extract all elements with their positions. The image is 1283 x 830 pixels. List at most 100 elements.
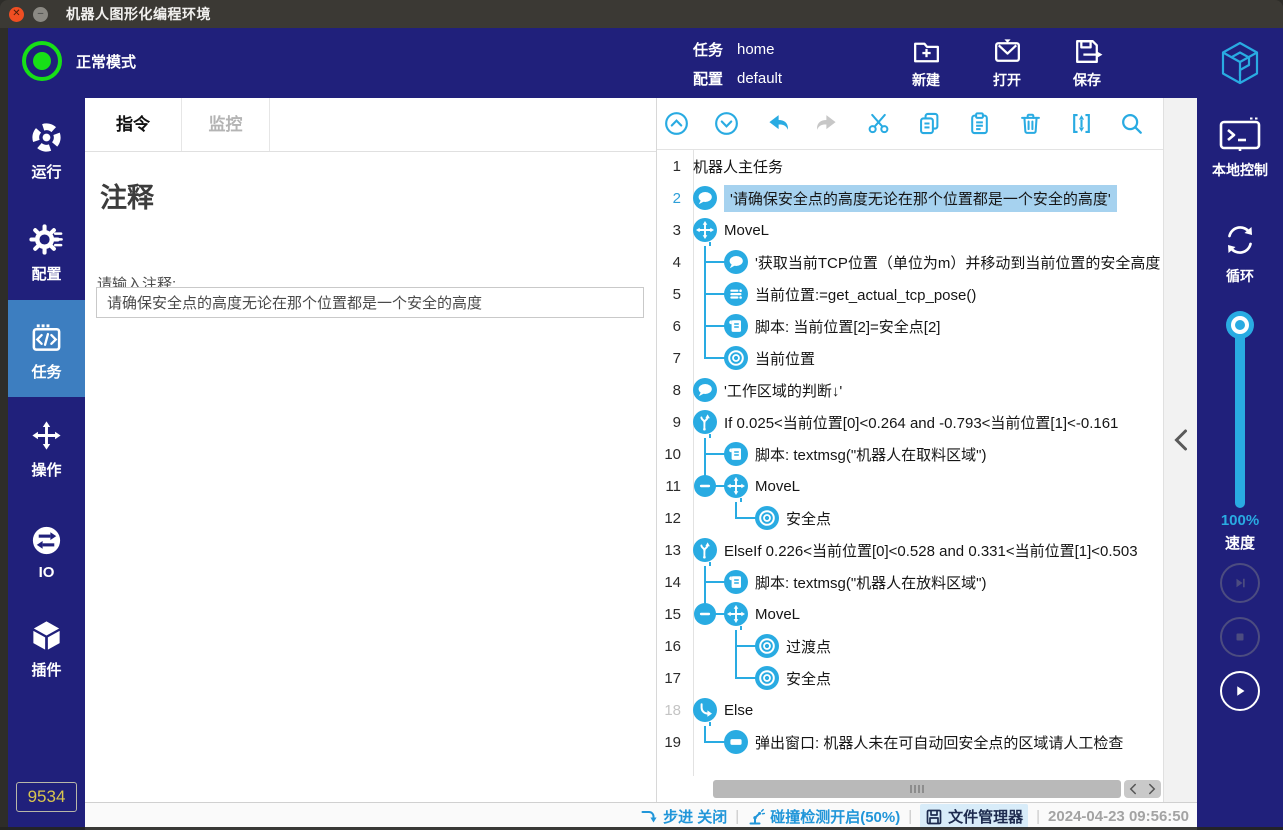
step-mode-status[interactable]: 步进 关闭 <box>640 806 727 827</box>
disk-icon <box>925 808 943 826</box>
tree-row[interactable]: 5当前位置:=get_actual_tcp_pose() <box>657 278 1163 310</box>
comment-input[interactable] <box>96 287 644 318</box>
tree-row[interactable]: 7当前位置 <box>657 342 1163 374</box>
task-value: home <box>737 41 775 58</box>
sidebar-item-run[interactable]: 运行 <box>8 120 85 182</box>
title-bar: ✕ – 机器人图形化编程环境 <box>0 0 1283 28</box>
tree-row[interactable]: 3MoveL <box>657 214 1163 246</box>
loop-button[interactable]: 循环 <box>1197 220 1283 286</box>
tree-row[interactable]: 14脚本: textmsg("机器人在放料区域") <box>657 566 1163 598</box>
toolbar-move-down-button[interactable] <box>712 109 742 139</box>
mode-label: 正常模式 <box>76 51 136 72</box>
status-separator: | <box>1036 808 1040 825</box>
toolbar-move-up-button[interactable] <box>661 109 691 139</box>
header-bar: 正常模式 任务 home 配置 default 新建 打开 保存 <box>8 28 1283 98</box>
line-number: 14 <box>657 574 688 591</box>
step-forward-button[interactable] <box>1220 563 1260 603</box>
close-icon[interactable]: ✕ <box>9 7 24 22</box>
status-bar: 步进 关闭 | 碰撞检测开启(50%) | 文件管理器 | 2024-04-23… <box>85 802 1197 830</box>
tree-node-label: '请确保安全点的高度无论在那个位置都是一个安全的高度' <box>724 185 1117 212</box>
tree-node-label: 脚本: 当前位置[2]=安全点[2] <box>755 316 940 337</box>
minimize-icon[interactable]: – <box>33 7 48 22</box>
line-number: 18 <box>657 702 688 719</box>
script-icon <box>724 314 748 338</box>
tree-row[interactable]: 18Else <box>657 694 1163 726</box>
line-number: 17 <box>657 670 688 687</box>
move-arrows-icon <box>29 418 64 453</box>
line-number: 1 <box>657 158 688 175</box>
open-task-button[interactable]: 打开 <box>976 35 1038 90</box>
toolbar-undo-button[interactable] <box>762 109 792 139</box>
clock-timestamp: 2024-04-23 09:56:50 <box>1048 808 1189 825</box>
tree-row[interactable]: 9If 0.025<当前位置[0]<0.264 and -0.793<当前位置[… <box>657 406 1163 438</box>
tree-row[interactable]: 8'工作区域的判断↓' <box>657 374 1163 406</box>
local-control-button[interactable]: 本地控制 <box>1197 116 1283 180</box>
collapse-minus-icon <box>694 603 716 625</box>
line-number: 16 <box>657 638 688 655</box>
tree-connector <box>693 278 724 310</box>
tab-command[interactable]: 指令 <box>85 98 182 151</box>
tree-row[interactable]: 6脚本: 当前位置[2]=安全点[2] <box>657 310 1163 342</box>
program-tree-panel: 1机器人主任务2'请确保安全点的高度无论在那个位置都是一个安全的高度'3Move… <box>656 98 1163 802</box>
insert-icon <box>1068 110 1095 137</box>
comment-icon <box>693 378 717 402</box>
line-number: 5 <box>657 286 688 303</box>
save-task-button[interactable]: 保存 <box>1056 35 1118 90</box>
line-number: 7 <box>657 350 688 367</box>
sidebar-item-io[interactable]: IO <box>8 523 85 581</box>
collapse-minus-icon <box>694 475 716 497</box>
sidebar-item-config[interactable]: 配置 <box>8 222 85 284</box>
tree-row[interactable]: 19弹出窗口: 机器人未在可自动回安全点的区域请人工检查 <box>657 726 1163 758</box>
cube-icon <box>29 618 64 653</box>
tree-row[interactable]: 16过渡点 <box>657 630 1163 662</box>
tree-node-label: ElseIf 0.226<当前位置[0]<0.528 and 0.331<当前位… <box>724 540 1138 561</box>
skip-forward-icon <box>1230 573 1250 593</box>
tree-node-label: 安全点 <box>786 508 831 529</box>
toolbar-delete-button[interactable] <box>1016 109 1046 139</box>
robot-mode-indicator[interactable]: 正常模式 <box>22 41 136 81</box>
tree-connector <box>693 598 724 630</box>
tree-row[interactable]: 17 安全点 <box>657 662 1163 694</box>
scrollbar-thumb[interactable] <box>713 780 1121 798</box>
toolbar-insert-button[interactable] <box>1066 109 1096 139</box>
tree-row[interactable]: 4'获取当前TCP位置（单位为m）并移动到当前位置的安全高度 <box>657 246 1163 278</box>
play-icon <box>1230 681 1250 701</box>
speed-slider-knob[interactable] <box>1226 311 1254 339</box>
horizontal-scrollbar[interactable] <box>657 779 1163 799</box>
scroll-right-icon[interactable] <box>1147 783 1157 795</box>
toolbar-redo-button[interactable] <box>813 109 843 139</box>
toolbar-search-button[interactable] <box>1117 109 1147 139</box>
toolbar-copy-button[interactable] <box>914 109 944 139</box>
comment-icon <box>693 186 717 210</box>
sidebar-item-plugin[interactable]: 插件 <box>8 618 85 680</box>
tree-row[interactable]: 12安全点 <box>657 502 1163 534</box>
speed-slider-track[interactable] <box>1235 325 1245 508</box>
collapse-panel-icon[interactable] <box>1172 428 1190 452</box>
tree-row[interactable]: 1机器人主任务 <box>657 150 1163 182</box>
tree-row[interactable]: 11MoveL <box>657 470 1163 502</box>
new-task-button[interactable]: 新建 <box>895 35 957 90</box>
tree-node-label: 安全点 <box>786 668 831 689</box>
tree-row[interactable]: 2'请确保安全点的高度无论在那个位置都是一个安全的高度' <box>657 182 1163 214</box>
collision-detect-status[interactable]: 碰撞检测开启(50%) <box>747 806 900 827</box>
scroll-left-icon[interactable] <box>1128 783 1138 795</box>
tree-row[interactable]: 13ElseIf 0.226<当前位置[0]<0.528 and 0.331<当… <box>657 534 1163 566</box>
task-label: 任务 <box>693 39 737 60</box>
tree-connector <box>693 630 724 662</box>
tab-monitor[interactable]: 监控 <box>182 98 270 151</box>
sidebar-item-operate[interactable]: 操作 <box>8 418 85 480</box>
line-number: 10 <box>657 446 688 463</box>
tree-toolbar <box>657 98 1163 150</box>
config-value: default <box>737 70 782 87</box>
branch-icon <box>693 410 717 434</box>
play-button[interactable] <box>1220 671 1260 711</box>
script-icon <box>724 442 748 466</box>
sidebar-item-task[interactable]: 任务 <box>8 300 85 397</box>
tree-row[interactable]: 15MoveL <box>657 598 1163 630</box>
tree-row[interactable]: 10脚本: textmsg("机器人在取料区域") <box>657 438 1163 470</box>
line-number: 8 <box>657 382 688 399</box>
toolbar-cut-button[interactable] <box>864 109 894 139</box>
toolbar-paste-button[interactable] <box>965 109 995 139</box>
stop-button[interactable] <box>1220 617 1260 657</box>
file-manager-button[interactable]: 文件管理器 <box>920 804 1028 829</box>
